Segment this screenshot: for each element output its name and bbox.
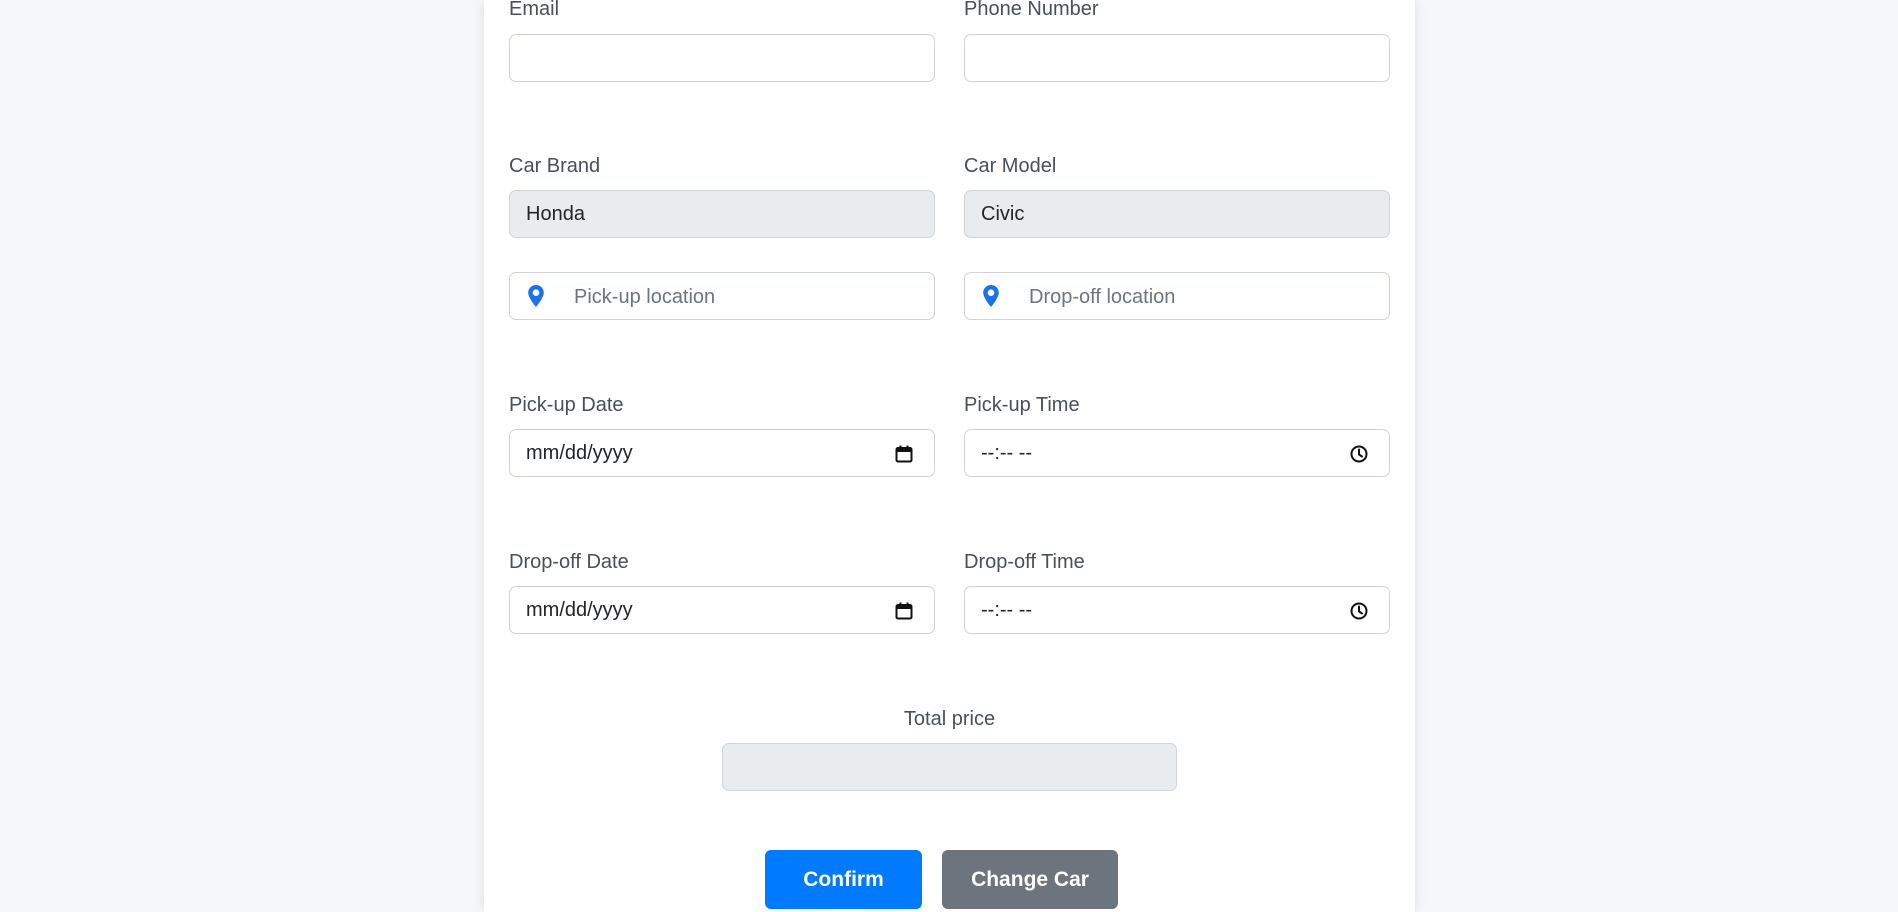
dropoff-date-value: mm/dd/yyyy <box>526 598 633 621</box>
pickup-date-value: mm/dd/yyyy <box>526 441 633 464</box>
change-car-button[interactable]: Change Car <box>942 850 1118 909</box>
dropoff-time-input[interactable]: --:-- -- <box>964 586 1390 634</box>
email-label: Email <box>509 0 560 20</box>
clock-icon[interactable] <box>1349 601 1369 621</box>
car-brand-label: Car Brand <box>509 155 601 177</box>
pickup-time-label: Pick-up Time <box>964 394 1080 416</box>
confirm-button[interactable]: Confirm <box>765 850 922 909</box>
phone-label: Phone Number <box>964 0 1099 20</box>
total-price-field <box>722 743 1177 791</box>
dropoff-location-placeholder: Drop-off location <box>1029 286 1176 308</box>
pickup-time-value: --:-- -- <box>981 441 1033 464</box>
email-field[interactable] <box>509 34 935 82</box>
total-price-label: Total price <box>903 708 996 730</box>
pickup-date-input[interactable]: mm/dd/yyyy <box>509 429 935 477</box>
dropoff-date-input[interactable]: mm/dd/yyyy <box>509 586 935 634</box>
map-pin-icon <box>983 285 999 307</box>
phone-field[interactable] <box>964 34 1390 82</box>
clock-icon[interactable] <box>1349 444 1369 464</box>
car-model-field: Civic <box>964 190 1390 238</box>
pickup-time-input[interactable]: --:-- -- <box>964 429 1390 477</box>
pickup-location-placeholder: Pick-up location <box>574 286 716 308</box>
dropoff-date-label: Drop-off Date <box>509 551 629 573</box>
dropoff-location-input[interactable]: Drop-off location <box>964 272 1390 320</box>
calendar-icon[interactable] <box>894 601 914 621</box>
booking-form-card: Email Phone Number Car Brand Honda Car M… <box>484 0 1415 912</box>
map-pin-icon <box>528 285 544 307</box>
car-model-label: Car Model <box>964 155 1057 177</box>
dropoff-time-value: --:-- -- <box>981 598 1033 621</box>
dropoff-time-label: Drop-off Time <box>964 551 1085 573</box>
pickup-location-input[interactable]: Pick-up location <box>509 272 935 320</box>
calendar-icon[interactable] <box>894 444 914 464</box>
car-brand-field: Honda <box>509 190 935 238</box>
pickup-date-label: Pick-up Date <box>509 394 624 416</box>
